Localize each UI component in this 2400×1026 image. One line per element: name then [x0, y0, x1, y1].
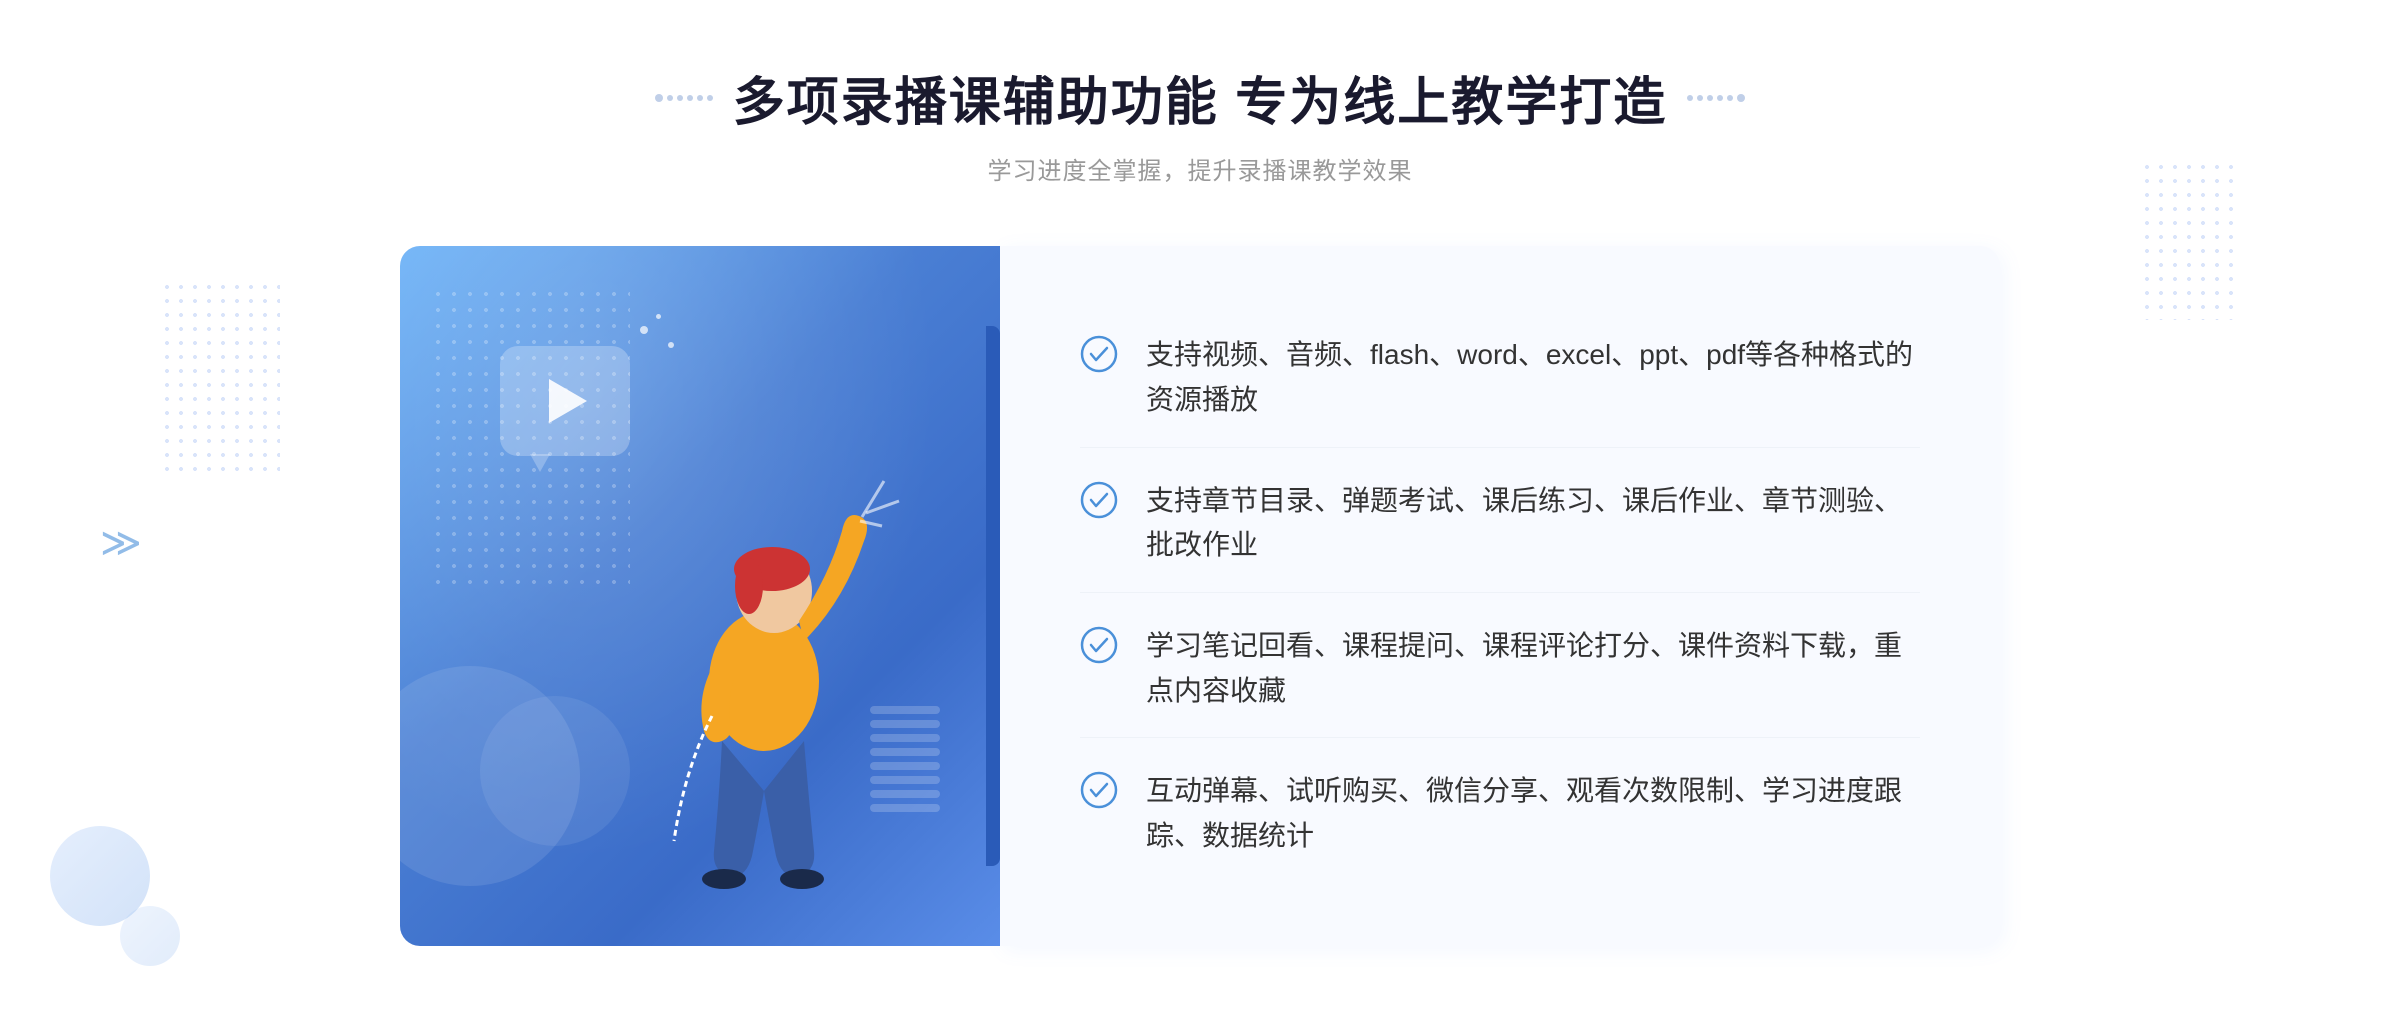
deco-circle-small [120, 906, 180, 966]
title-decoration-right [1687, 94, 1745, 102]
title-decoration-left [655, 94, 713, 102]
feature-text-2: 支持章节目录、弹题考试、课后练习、课后作业、章节测验、批改作业 [1146, 479, 1920, 569]
chevron-left-icon: ≫ [100, 520, 142, 566]
feature-text-3: 学习笔记回看、课程提问、课程评论打分、课件资料下载，重点内容收藏 [1146, 624, 1920, 714]
check-icon-4 [1080, 771, 1118, 809]
page-header: 多项录播课辅助功能 专为线上教学打造 学习进度全掌握，提升录播课教学效果 [655, 60, 1745, 186]
person-figure [604, 421, 924, 946]
feature-text-1: 支持视频、音频、flash、word、excel、ppt、pdf等各种格式的资源… [1146, 333, 1920, 423]
title-row: 多项录播课辅助功能 专为线上教学打造 [655, 60, 1745, 135]
dots-decoration-left [160, 280, 280, 480]
feature-item-4: 互动弹幕、试听购买、微信分享、观看次数限制、学习进度跟踪、数据统计 [1080, 745, 1920, 883]
feature-item-1: 支持视频、音频、flash、word、excel、ppt、pdf等各种格式的资源… [1080, 309, 1920, 448]
play-icon [549, 379, 587, 423]
page-container: ≫ 多项录播课辅助功能 专为线上教学打造 学习进度全掌握，提升 [0, 0, 2400, 1026]
check-icon-2 [1080, 481, 1118, 519]
check-icon-3 [1080, 626, 1118, 664]
check-icon-1 [1080, 335, 1118, 373]
main-content: 支持视频、音频、flash、word、excel、ppt、pdf等各种格式的资源… [400, 246, 2000, 946]
page-subtitle: 学习进度全掌握，提升录播课教学效果 [655, 151, 1745, 186]
feature-item-3: 学习笔记回看、课程提问、课程评论打分、课件资料下载，重点内容收藏 [1080, 600, 1920, 739]
page-title: 多项录播课辅助功能 专为线上教学打造 [733, 60, 1667, 135]
illustration-panel [400, 246, 1000, 946]
feature-text-4: 互动弹幕、试听购买、微信分享、观看次数限制、学习进度跟踪、数据统计 [1146, 769, 1920, 859]
feature-item-2: 支持章节目录、弹题考试、课后练习、课后作业、章节测验、批改作业 [1080, 455, 1920, 594]
accent-bar [986, 326, 1000, 866]
dots-decoration-right [2140, 160, 2240, 320]
features-panel: 支持视频、音频、flash、word、excel、ppt、pdf等各种格式的资源… [1000, 246, 2000, 946]
